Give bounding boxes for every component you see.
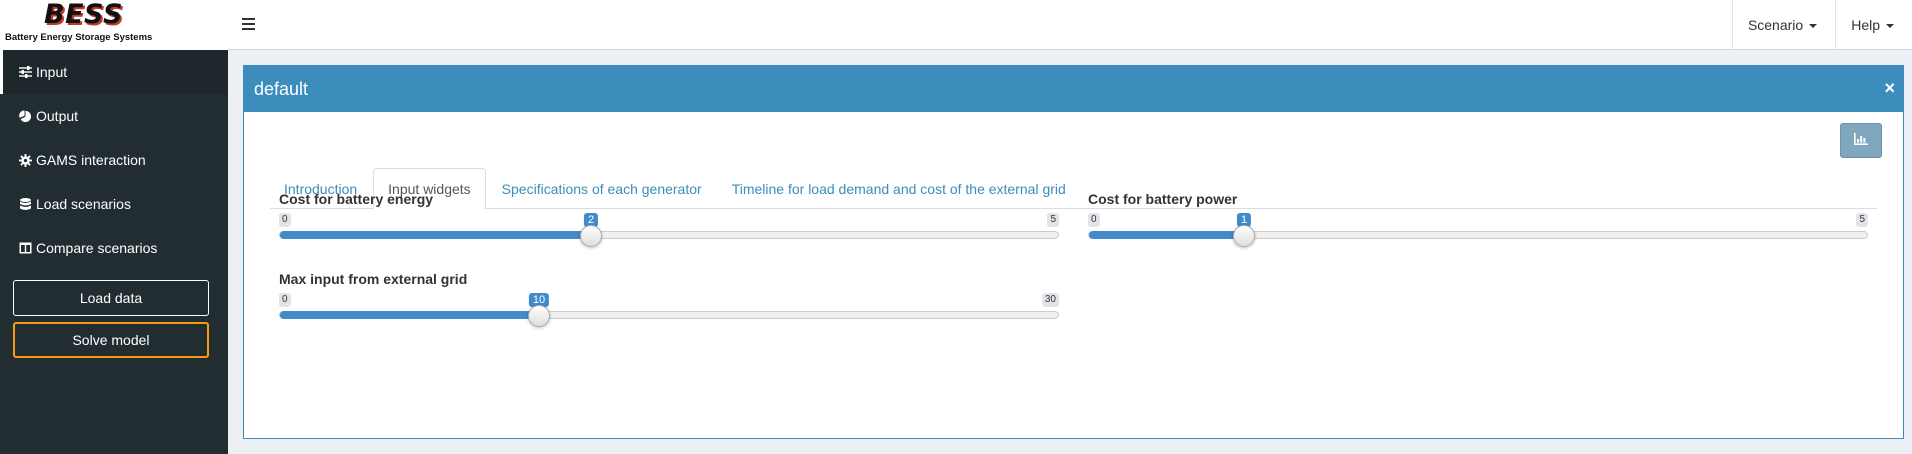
slider-cost-battery-power: Cost for battery power 0 5 1 [1088, 191, 1868, 247]
top-navbar: BESS Battery Energy Storage Systems Scen… [0, 0, 1912, 50]
sidebar-item-load-scenarios[interactable]: Load scenarios [0, 182, 228, 226]
slider-fill [1089, 231, 1245, 239]
logo-subtitle: Battery Energy Storage Systems [5, 32, 153, 43]
slider-label: Cost for battery power [1088, 191, 1238, 207]
slider-min: 0 [1088, 213, 1100, 227]
pie-chart-icon [18, 109, 32, 123]
box-title: default [254, 78, 309, 99]
sidebar-item-gams-interaction[interactable]: GAMS interaction [0, 138, 228, 182]
help-dropdown[interactable]: Help [1835, 0, 1912, 50]
help-dropdown-label: Help [1851, 17, 1880, 33]
slider-cost-battery-energy: Cost for battery energy 0 5 2 [279, 191, 1059, 247]
slider-fill [280, 311, 540, 319]
sidebar-item-label: Output [36, 108, 79, 124]
slider-label: Max input from external grid [279, 271, 468, 287]
sidebar-item-label: Input [36, 64, 68, 80]
slider-track[interactable] [1088, 231, 1868, 239]
caret-down-icon [1809, 24, 1818, 28]
slider-handle[interactable] [580, 225, 602, 247]
slider-label: Cost for battery energy [279, 191, 434, 207]
slider-track[interactable] [279, 231, 1059, 239]
slider-max: 5 [1047, 213, 1059, 227]
box-header: default [244, 66, 1903, 112]
slider-fill [280, 231, 592, 239]
logo[interactable]: BESS Battery Energy Storage Systems [0, 0, 228, 50]
sliders-icon [18, 65, 32, 79]
database-icon [18, 197, 32, 211]
slider-min: 0 [279, 213, 291, 227]
sidebar-item-label: Compare scenarios [36, 240, 158, 256]
sidebar: Input Output GAMS interaction Load scena… [0, 50, 228, 454]
chart-view-button[interactable] [1840, 123, 1882, 158]
slider-handle[interactable] [528, 305, 550, 327]
solve-model-button[interactable]: Solve model [13, 322, 209, 358]
sidebar-item-label: GAMS interaction [36, 152, 146, 168]
slider-min: 0 [279, 293, 291, 307]
slider-max: 30 [1041, 293, 1059, 307]
bar-chart-icon [1854, 132, 1868, 150]
caret-down-icon [1886, 24, 1894, 28]
sidebar-item-label: Load scenarios [36, 196, 131, 212]
scenario-dropdown-label: Scenario [1747, 17, 1804, 33]
slider-max-input-external-grid: Max input from external grid 0 30 10 [279, 271, 1059, 327]
navbar-menu: Scenario Help [1731, 0, 1912, 50]
sidebar-item-output[interactable]: Output [0, 94, 228, 138]
gear-icon [18, 153, 32, 167]
load-data-button[interactable]: Load data [13, 280, 209, 316]
slider-max: 5 [1856, 213, 1868, 227]
slider-track[interactable] [279, 311, 1059, 319]
sidebar-item-input[interactable]: Input [0, 50, 228, 94]
scenario-dropdown[interactable]: Scenario [1731, 0, 1835, 50]
close-icon[interactable]: × [1884, 76, 1895, 100]
slider-handle[interactable] [1233, 225, 1255, 247]
sidebar-item-compare-scenarios[interactable]: Compare scenarios [0, 226, 228, 270]
columns-icon [18, 241, 32, 255]
sidebar-toggle-icon[interactable] [242, 14, 258, 36]
logo-title: BESS [44, 0, 123, 30]
scenario-box: default × Introduction Input widgets Spe… [243, 65, 1904, 439]
